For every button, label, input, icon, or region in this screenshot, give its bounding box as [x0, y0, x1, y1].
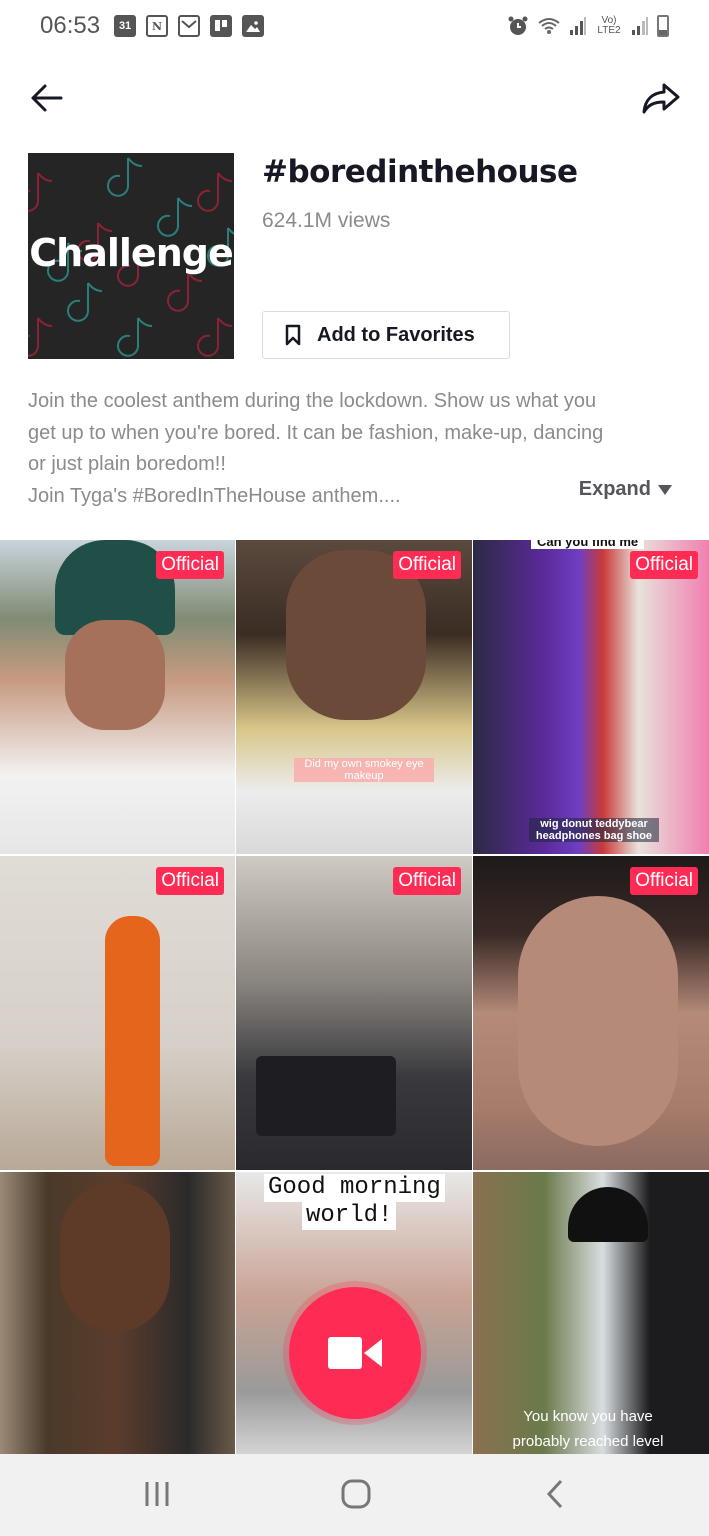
view-count: 624.1M views: [262, 209, 391, 232]
dress-shape: [105, 916, 160, 1166]
trello-icon: [210, 15, 233, 37]
home-button[interactable]: [331, 1474, 381, 1514]
arrow-left-icon: [31, 84, 63, 112]
add-to-favorites-button[interactable]: Add to Favorites: [262, 311, 510, 359]
system-status-icons: Vo) LTE2: [507, 15, 669, 37]
back-button[interactable]: [26, 78, 66, 118]
video-thumbnail[interactable]: Official Did my own smokey eye makeup: [236, 540, 472, 854]
video-top-caption: world!: [302, 1202, 397, 1230]
home-icon: [341, 1479, 371, 1509]
top-nav: [0, 70, 709, 126]
dj-deck-shape: [256, 1056, 396, 1136]
video-caption: Did my own smokey eye makeup: [294, 758, 434, 782]
description-line: or just plain boredom!!: [28, 453, 226, 475]
caret-down-icon: [658, 484, 672, 495]
cover-label: Challenge: [29, 231, 233, 275]
gmail-icon: [178, 15, 201, 37]
video-thumbnail[interactable]: Official: [0, 540, 235, 854]
face-shape: [60, 1182, 170, 1332]
system-back-button[interactable]: [530, 1474, 580, 1514]
video-thumbnail[interactable]: Official: [236, 856, 472, 1170]
face-shape: [65, 620, 165, 730]
official-badge: Official: [630, 867, 698, 895]
description-line: get up to when you're bored. It can be f…: [28, 421, 604, 444]
signal-icon: [570, 17, 586, 35]
video-caption: You know you have probably reached level: [512, 1408, 664, 1450]
video-top-caption: Can you find me: [531, 540, 645, 549]
official-badge: Official: [630, 551, 698, 579]
official-badge: Official: [393, 867, 461, 895]
official-badge: Official: [156, 551, 224, 579]
official-badge: Official: [393, 551, 461, 579]
system-nav-bar: [0, 1454, 709, 1536]
signal-icon: [632, 17, 648, 35]
video-caption: wig donut teddybear headphones bag shoe: [529, 818, 659, 842]
challenge-cover-image: Challenge: [28, 153, 234, 359]
video-thumbnail[interactable]: Official: [0, 856, 235, 1170]
calendar-icon: 31: [114, 15, 137, 37]
cap-shape: [568, 1187, 648, 1242]
official-badge: Official: [156, 867, 224, 895]
face-shape: [518, 896, 678, 1146]
back-chevron-icon: [546, 1479, 563, 1509]
record-video-button[interactable]: [289, 1287, 421, 1419]
notification-icons: 31 N: [114, 15, 265, 37]
video-camera-icon: [328, 1337, 382, 1369]
add-to-favorites-label: Add to Favorites: [317, 323, 475, 346]
battery-icon: [657, 15, 669, 37]
share-button[interactable]: [639, 78, 683, 118]
video-thumbnail[interactable]: [0, 1172, 235, 1486]
video-thumbnail[interactable]: You know you have probably reached level: [473, 1172, 709, 1486]
wifi-icon: [538, 18, 560, 34]
challenge-title: #boredinthehouse: [262, 154, 578, 190]
notion-icon: N: [146, 15, 169, 37]
expand-button[interactable]: Expand: [579, 478, 673, 501]
share-icon: [642, 83, 680, 114]
bookmark-icon: [285, 324, 301, 346]
expand-label: Expand: [578, 478, 651, 500]
description-line: Join the coolest anthem during the lockd…: [28, 390, 597, 412]
volte-icon: Vo) LTE2: [597, 15, 621, 36]
recents-icon: [145, 1482, 169, 1506]
video-thumbnail[interactable]: Can you find me Official wig donut teddy…: [473, 540, 709, 854]
gallery-icon: [242, 15, 265, 37]
status-time: 06:53: [40, 12, 101, 39]
video-top-caption: Good morning: [264, 1174, 445, 1202]
video-thumbnail[interactable]: Official: [473, 856, 709, 1170]
alarm-icon: [508, 16, 528, 35]
status-bar: 06:53 31 N Vo) LTE2: [0, 0, 709, 52]
recents-button[interactable]: [132, 1474, 182, 1514]
